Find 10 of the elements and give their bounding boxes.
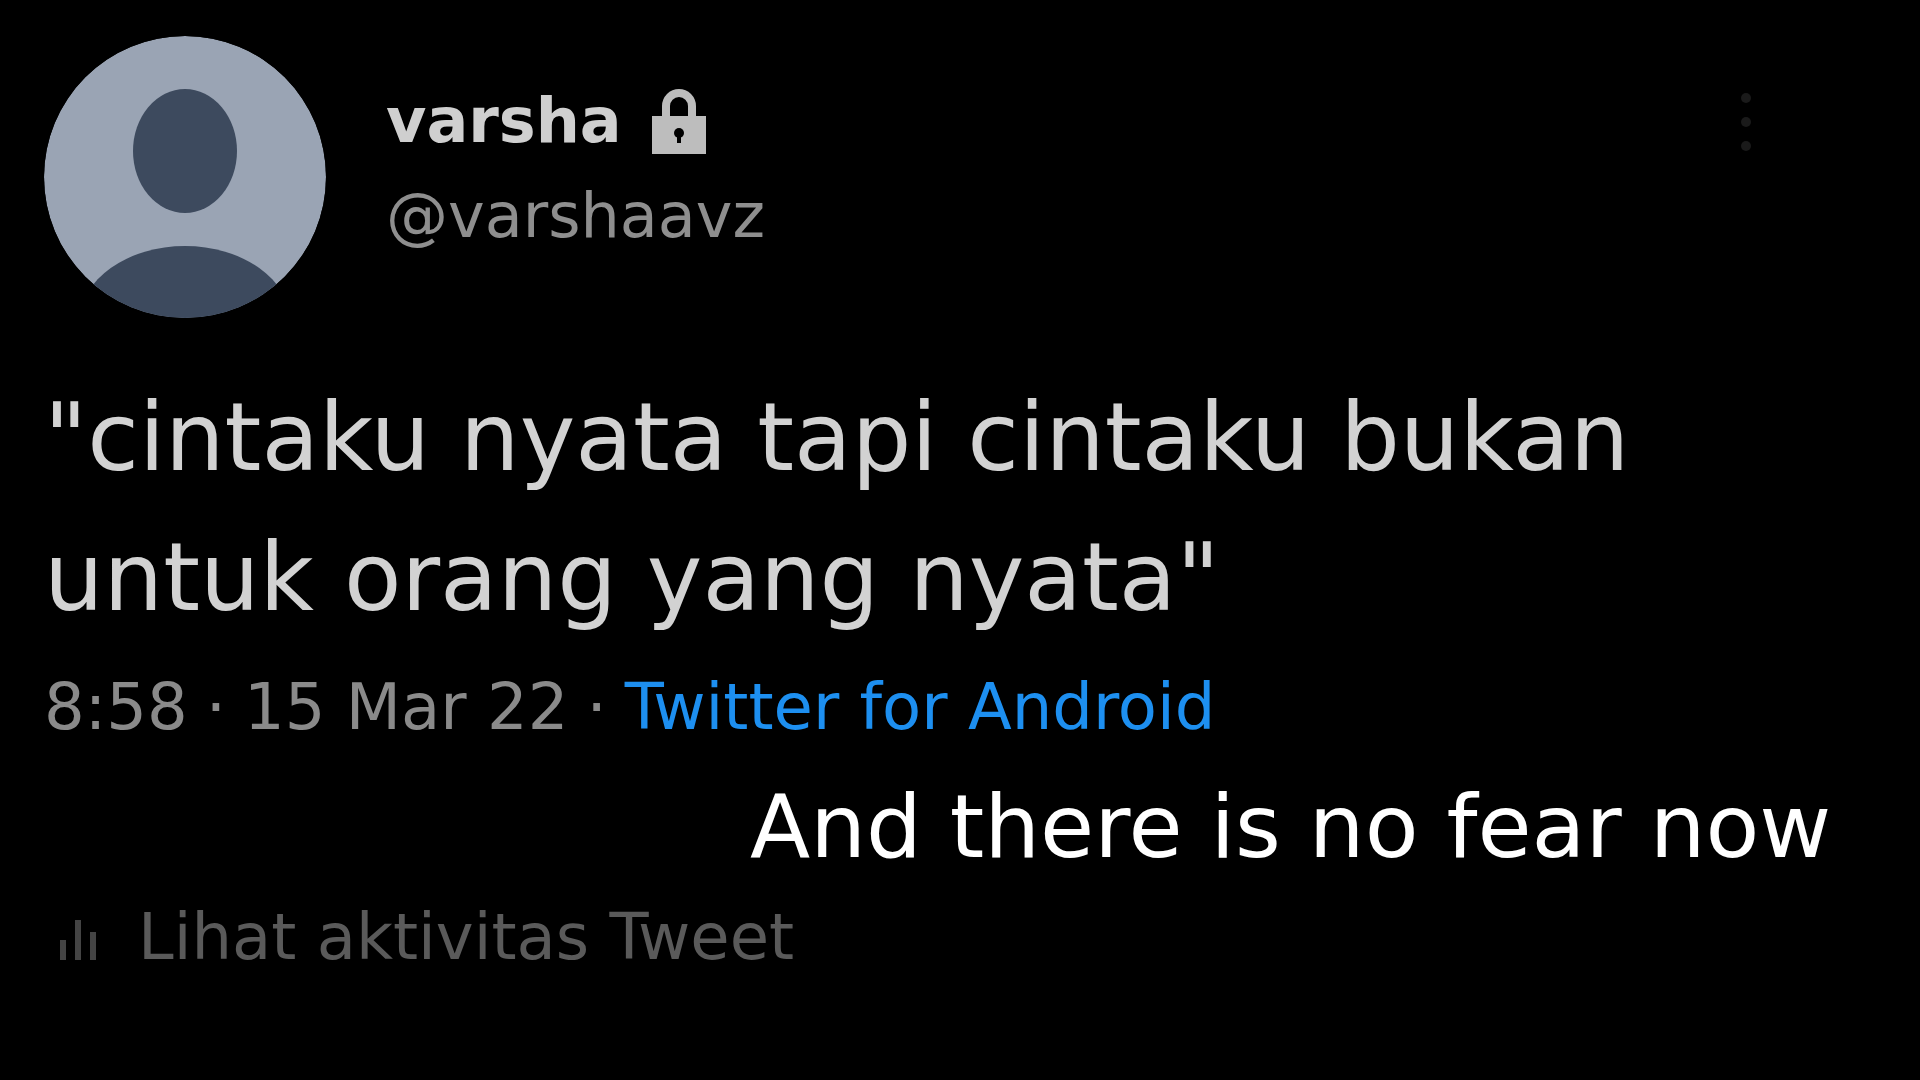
video-caption: And there is no fear now — [750, 775, 1832, 878]
tweet-date: 15 Mar 22 — [244, 670, 569, 744]
more-icon[interactable] — [1740, 92, 1752, 152]
tweet-text: "cintaku nyata tapi cintaku bukan untuk orang yang nyata" — [44, 382, 1631, 634]
display-name: varsha — [386, 84, 622, 157]
tweet-time: 8:58 — [44, 670, 188, 744]
separator-dot: · — [205, 670, 227, 744]
user-handle: @varshaavz — [386, 179, 765, 252]
separator-dot: · — [586, 670, 607, 744]
source-link[interactable]: Twitter for Android — [624, 670, 1216, 744]
